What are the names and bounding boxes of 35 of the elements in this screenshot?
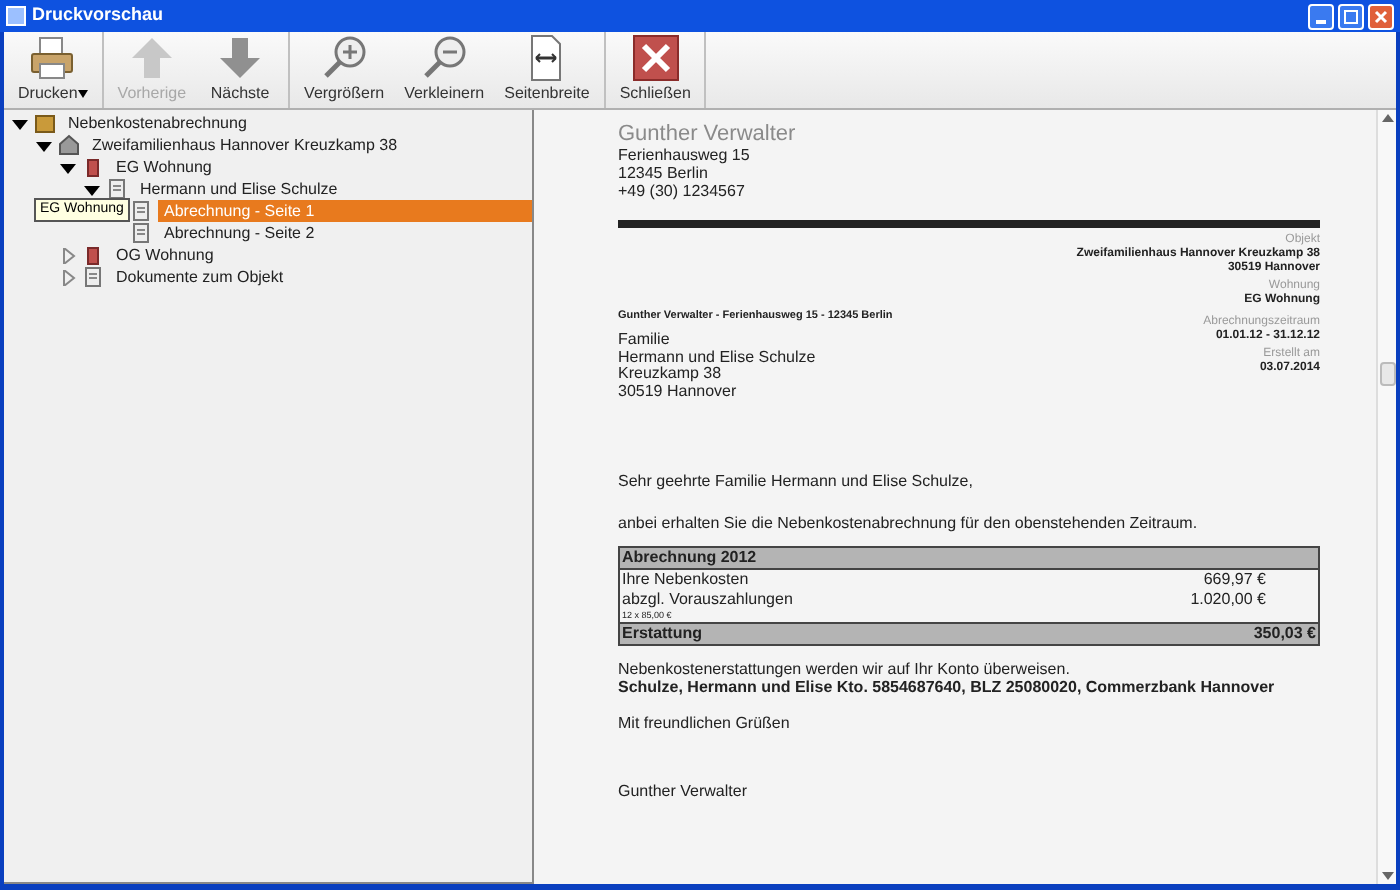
tree-item[interactable]: Nebenkostenabrechnung [62, 112, 253, 134]
sender-address: +49 (30) 1234567 [618, 182, 747, 200]
sender-name: Gunther Verwalter [618, 122, 798, 146]
table-cell-text: 1.020,00 € [1188, 590, 1268, 612]
tree-item[interactable]: Zweifamilienhaus Hannover Kreuzkamp 38 [86, 134, 404, 156]
bank-details: Schulze, Hermann und Elise Kto. 5854687640, BLZ 25080020, Commerzbank Hannover [618, 678, 1277, 696]
signature: Gunther Verwalter [618, 780, 749, 804]
sender-address: 12345 Berlin [618, 164, 710, 182]
toolbar-button[interactable]: Vergrößern [294, 32, 395, 108]
toolbar-button[interactable]: Seitenbreite [494, 32, 600, 108]
toolbar-button[interactable]: Verkleinern [394, 32, 495, 108]
intro-text: anbei erhalten Sie die Nebenkostenabrechnung für den obenstehenden Zeitraum. [618, 512, 1200, 536]
toolbar-button[interactable]: Nächste [196, 32, 285, 108]
recipient-address: Familie [618, 332, 672, 349]
closing-text: Mit freundlichen Grüßen [618, 712, 792, 736]
total-label: Erstattung [622, 624, 704, 644]
sender-address: Ferienhausweg 15 [618, 146, 752, 164]
tree-item[interactable]: OG Wohnung [110, 244, 220, 266]
table-cell-text: abzgl. Vorauszahlungen [622, 590, 795, 610]
tree-item[interactable]: Dokumente zum Objekt [110, 266, 290, 288]
refund-note: Nebenkostenerstattungen werden wir auf Ihr Konto überweisen. [618, 660, 1072, 678]
recipient-address: Hermann und Elise Schulze [618, 349, 818, 366]
window-title: Druckvorschau [32, 2, 166, 29]
table-cell-text: Ihre Nebenkosten [622, 570, 751, 590]
tree-item[interactable]: Abrechnung - Seite 2 [158, 222, 321, 244]
recipient-address: Kreuzkamp 38 [618, 366, 724, 383]
total-amount: 350,03 € [1253, 624, 1316, 644]
salutation: Sehr geehrte Familie Hermann und Elise Schulze, [618, 470, 975, 494]
table-title: Abrechnung 2012 [620, 548, 1318, 570]
table-cell-text: 669,97 € [1201, 570, 1268, 590]
toolbar-button[interactable]: Drucken [8, 32, 98, 108]
toolbar-button[interactable]: Schließen [609, 32, 701, 108]
tree-item[interactable]: Hermann und Elise Schulze [134, 178, 344, 200]
tree-item[interactable]: EG Wohnung [110, 156, 218, 178]
recipient-address: 30519 Hannover [618, 383, 739, 400]
